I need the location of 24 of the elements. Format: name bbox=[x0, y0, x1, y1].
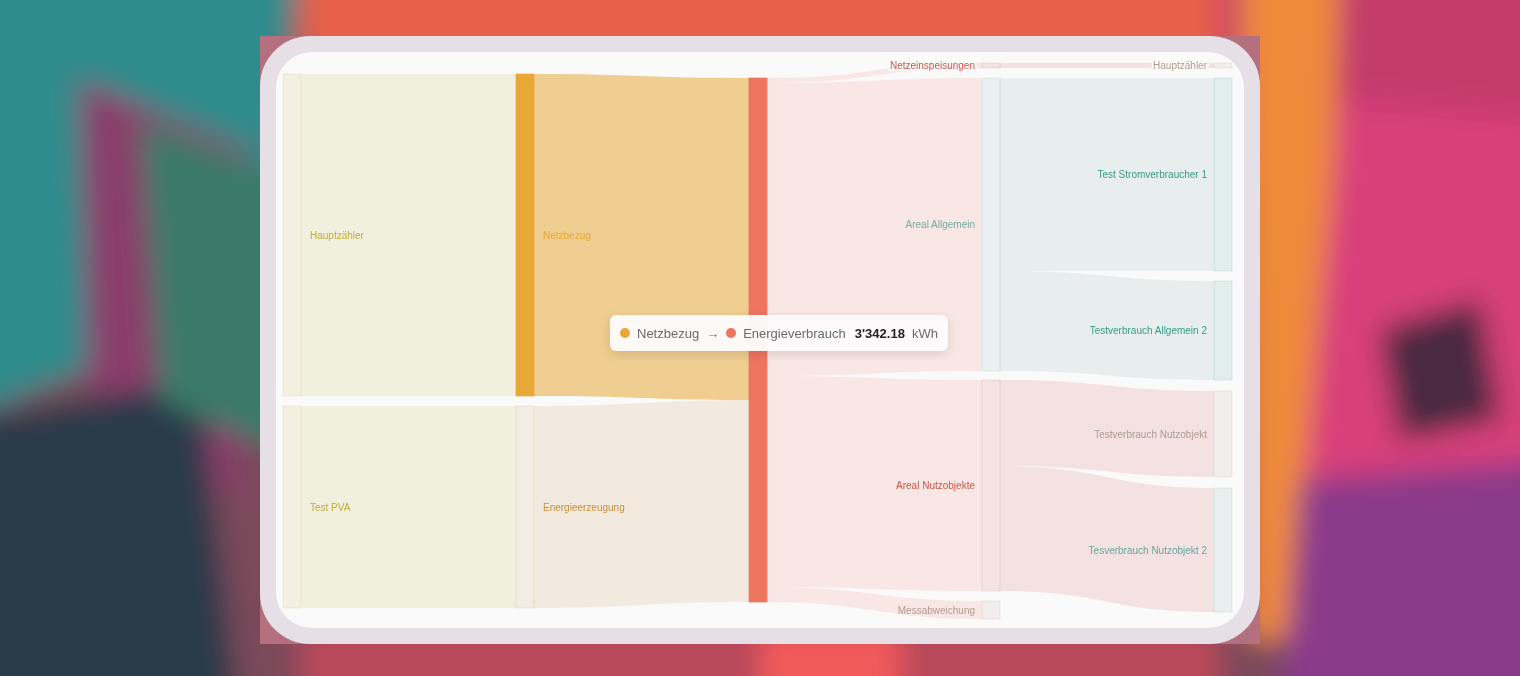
node-label: Netzbezug bbox=[543, 229, 591, 241]
node-label: Messabweichung bbox=[897, 604, 975, 616]
flow-band[interactable] bbox=[767, 63, 982, 83]
unit-label: kWh bbox=[911, 325, 938, 341]
node-label: Testverbrauch Nutzobjekt bbox=[1094, 428, 1207, 440]
flow-band[interactable] bbox=[767, 587, 982, 619]
node-label: Testverbrauch Allgemein 2 bbox=[1089, 325, 1207, 336]
node-label: Tesverbrauch Nutzobjekt 2 bbox=[1088, 544, 1207, 556]
sankey-node[interactable] bbox=[515, 73, 535, 397]
node-label: Hauptzähler bbox=[310, 229, 364, 241]
node-label: Areal Nutzobjekte bbox=[896, 480, 975, 491]
flow-band[interactable] bbox=[1000, 466, 1214, 612]
flow-value: 3'342.18 bbox=[854, 325, 905, 341]
node-label: Test Stromverbraucher 1 bbox=[1097, 169, 1207, 180]
target-label: Energieverbrauch bbox=[743, 325, 846, 341]
flow-band[interactable] bbox=[1000, 271, 1214, 380]
node-label: Hauptzähler bbox=[1153, 60, 1207, 71]
node-label: Energieerzeugung bbox=[543, 501, 625, 513]
flow-band[interactable] bbox=[1000, 380, 1214, 477]
source-label: Netzbezug bbox=[637, 325, 700, 341]
node-label: Test PVA bbox=[310, 501, 351, 513]
node-label: Areal Allgemein bbox=[905, 219, 975, 230]
arrow-icon: → bbox=[706, 325, 720, 341]
node-label: Netzeinspeisungen bbox=[889, 60, 975, 71]
